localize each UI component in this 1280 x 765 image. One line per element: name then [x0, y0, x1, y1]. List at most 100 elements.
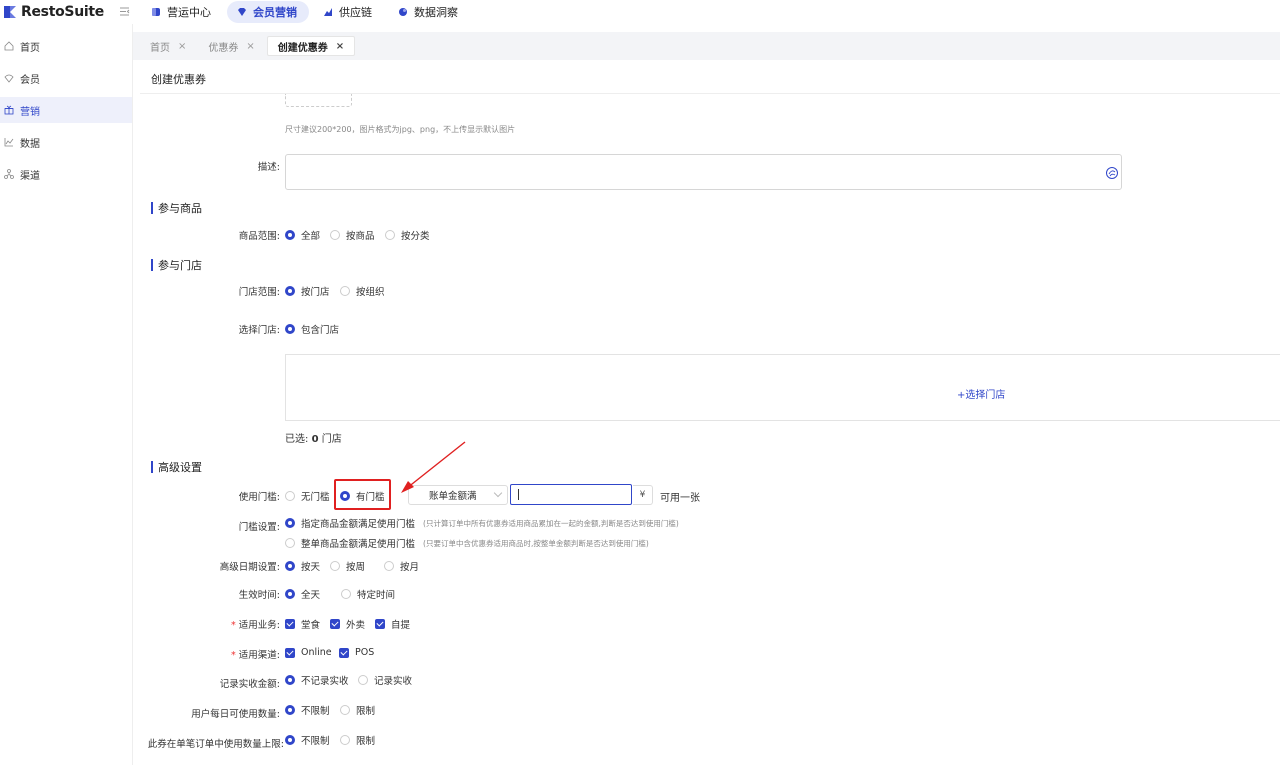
insight-icon	[399, 8, 407, 16]
nav-item-member-marketing[interactable]: 会员营销	[227, 1, 309, 23]
section-title: 参与门店	[158, 259, 202, 272]
goods-radio-by-product[interactable]: 按商品	[330, 228, 375, 242]
goods-radio-all[interactable]: 全部	[285, 228, 320, 242]
nav-item-supply-chain[interactable]: 供应链	[313, 1, 384, 23]
crown-icon	[238, 8, 246, 16]
store-radio-by-store[interactable]: 按门店	[285, 284, 330, 298]
sidebar-item-channel[interactable]: 渠道	[0, 161, 132, 187]
section-advanced: 高级设置	[151, 459, 202, 475]
currency-addon: ¥	[633, 485, 653, 505]
checkbox	[285, 619, 295, 629]
threshold-setting-label: 门槛设置:	[238, 522, 280, 533]
radio-label: 记录实收	[374, 676, 413, 687]
text-cursor	[518, 489, 519, 500]
close-icon[interactable]: ×	[336, 41, 344, 52]
nav-item-label: 会员营销	[253, 6, 297, 19]
radio-note: (只计算订单中所有优惠券适用商品累加在一起的金额,判断是否达到使用门槛)	[423, 518, 679, 528]
radio-dot	[285, 705, 295, 715]
channel-checkbox-pos[interactable]: POS	[339, 647, 374, 658]
highlight-box	[334, 479, 391, 510]
threshold-setting-whole[interactable]: 整单商品金额满足使用门槛 (只要订单中含优惠券适用商品时,按整单金额判断是否达到…	[285, 536, 649, 550]
checkbox	[375, 619, 385, 629]
tab-label: 首页	[150, 42, 170, 54]
select-store-link[interactable]: +选择门店	[957, 386, 1005, 401]
radio-dot	[385, 230, 395, 240]
radio-label: 按周	[346, 562, 366, 573]
threshold-setting-specified[interactable]: 指定商品金额满足使用门槛 (只计算订单中所有优惠券适用商品累加在一起的金额,判断…	[285, 516, 679, 530]
per-order-radio-limited[interactable]: 限制	[340, 733, 375, 747]
business-checkbox-dine-in[interactable]: 堂食	[285, 617, 320, 631]
radio-dot	[384, 561, 394, 571]
radio-dot	[285, 491, 295, 501]
chart-icon	[324, 8, 332, 16]
radio-dot	[340, 705, 350, 715]
description-input[interactable]	[285, 154, 1122, 190]
radio-dot	[285, 538, 295, 548]
radio-label: 不限制	[301, 736, 330, 747]
date-radio-week[interactable]: 按周	[330, 559, 365, 573]
close-icon[interactable]: ×	[178, 41, 186, 52]
radio-label: 按组织	[356, 287, 385, 298]
threshold-radio-none[interactable]: 无门槛	[285, 489, 330, 503]
threshold-label: 使用门槛:	[238, 492, 280, 503]
date-radio-day[interactable]: 按天	[285, 559, 320, 573]
nav-item-data-insight[interactable]: 数据洞察	[388, 1, 470, 23]
channel-checkbox-online[interactable]: Online	[285, 647, 332, 658]
image-upload[interactable]	[285, 94, 352, 107]
sidebar-item-data[interactable]: 数据	[0, 129, 132, 155]
radio-label: 按门店	[301, 287, 330, 298]
time-radio-all-day[interactable]: 全天	[285, 587, 320, 601]
business-label: * 适用业务:	[231, 617, 280, 631]
emoji-icon[interactable]	[1105, 166, 1119, 180]
tab-home[interactable]: 首页 ×	[140, 36, 197, 56]
date-radio-month[interactable]: 按月	[384, 559, 419, 573]
radio-dot	[330, 561, 340, 571]
store-radio-by-org[interactable]: 按组织	[340, 284, 385, 298]
gift-icon	[4, 105, 14, 115]
top-nav: 营运中心 会员营销 供应链 数据洞察	[141, 1, 474, 23]
per-order-limit-label: 此券在单笔订单中使用数量上限:	[147, 739, 284, 750]
radio-dot	[330, 230, 340, 240]
member-icon	[4, 74, 14, 83]
radio-dot	[285, 561, 295, 571]
radio-label: 按月	[400, 562, 420, 573]
store-radio-include[interactable]: 包含门店	[285, 322, 339, 336]
sidebar-item-home[interactable]: 首页	[0, 33, 132, 59]
radio-note: (只要订单中含优惠券适用商品时,按整单金额判断是否达到使用门槛)	[423, 538, 649, 548]
menu-collapse-icon[interactable]	[119, 6, 130, 17]
radio-dot	[285, 230, 295, 240]
threshold-amount-input[interactable]	[510, 484, 632, 505]
close-icon[interactable]: ×	[246, 41, 254, 52]
channel-label: * 适用渠道:	[231, 647, 280, 661]
annotation-arrow-icon	[401, 441, 466, 493]
business-checkbox-pickup[interactable]: 自提	[375, 617, 410, 631]
sidebar-item-marketing[interactable]: 营销	[0, 97, 132, 123]
nav-item-operations[interactable]: 营运中心	[141, 1, 223, 23]
home-icon	[4, 41, 14, 51]
radio-dot	[285, 324, 295, 334]
time-radio-specific[interactable]: 特定时间	[341, 587, 395, 601]
date-setting-label: 高级日期设置:	[219, 562, 280, 573]
checkbox	[330, 619, 340, 629]
checkbox-label: POS	[355, 647, 375, 658]
daily-radio-limited[interactable]: 限制	[340, 703, 375, 717]
sidebar-item-member[interactable]: 会员	[0, 65, 132, 91]
radio-label: 无门槛	[301, 492, 330, 503]
record-radio-yes[interactable]: 记录实收	[358, 673, 412, 687]
radio-label: 限制	[356, 706, 376, 717]
business-checkbox-delivery[interactable]: 外卖	[330, 617, 365, 631]
record-radio-no[interactable]: 不记录实收	[285, 673, 349, 687]
radio-dot	[285, 518, 295, 528]
daily-radio-unlimited[interactable]: 不限制	[285, 703, 330, 717]
usable-suffix: 可用一张	[660, 493, 700, 504]
tab-coupons[interactable]: 优惠券 ×	[198, 36, 265, 56]
tab-create-coupon[interactable]: 创建优惠券 ×	[266, 36, 356, 56]
section-title: 高级设置	[158, 461, 202, 474]
selected-store-count: 已选: 0 门店	[285, 430, 342, 445]
per-order-radio-unlimited[interactable]: 不限制	[285, 733, 330, 747]
radio-label: 指定商品金额满足使用门槛	[301, 519, 416, 530]
chevron-down-icon	[493, 488, 503, 498]
brand[interactable]: RestoSuite	[0, 0, 133, 24]
radio-dot	[340, 735, 350, 745]
goods-radio-by-category[interactable]: 按分类	[385, 228, 430, 242]
